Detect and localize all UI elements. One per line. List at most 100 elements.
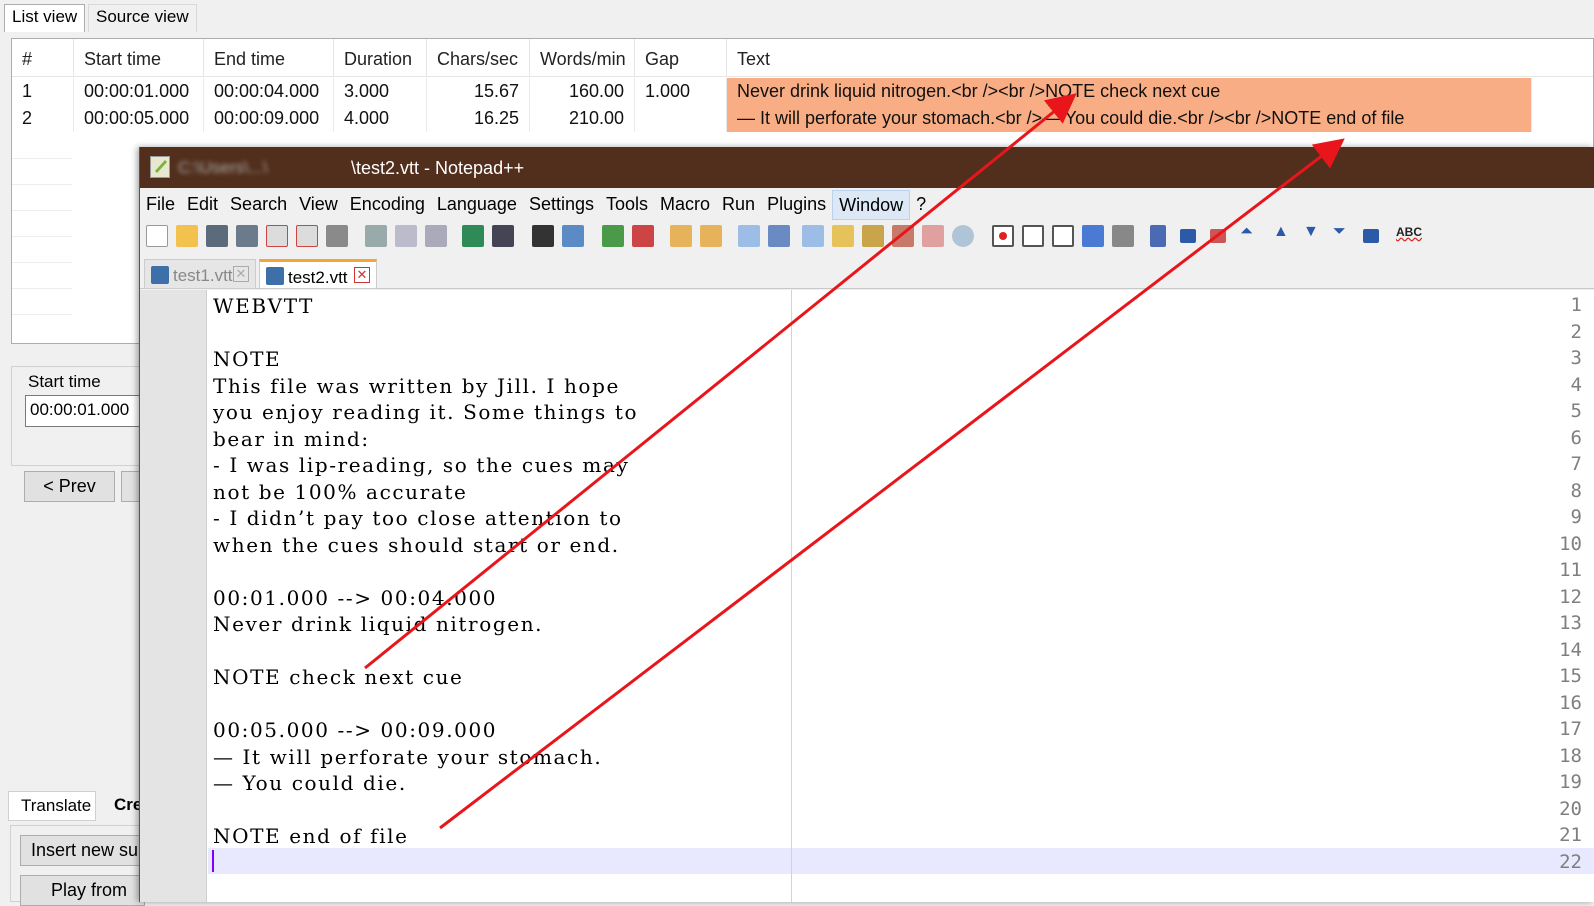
close-tab-icon[interactable]: ✕ [233, 266, 249, 282]
first-diff-icon[interactable]: ⏶ [1240, 223, 1262, 245]
line-number: 18 [1559, 744, 1582, 767]
tab-source-view[interactable]: Source view [88, 4, 197, 32]
copy-icon[interactable] [395, 225, 417, 247]
col-gap[interactable]: Gap [635, 39, 727, 76]
zoom-in-icon[interactable] [602, 225, 624, 247]
record-macro-icon[interactable] [992, 225, 1014, 247]
menu-encoding[interactable]: Encoding [344, 190, 431, 220]
cell-chars-sec: 15.67 [427, 78, 530, 105]
language-icon[interactable] [832, 225, 854, 247]
document-tabs: test1.vtt ✕ test2.vtt ✕ [140, 255, 1594, 289]
prev-diff-icon[interactable]: ▲ [1273, 223, 1295, 245]
spell-check-icon[interactable]: ABC [1396, 225, 1422, 247]
cut-icon[interactable] [365, 225, 387, 247]
code-line: — You could die. [213, 771, 407, 795]
menu-file[interactable]: File [140, 190, 181, 220]
show-all-chars-icon[interactable] [768, 225, 790, 247]
stop-macro-icon[interactable] [1022, 225, 1044, 247]
doc-tab-test1[interactable]: test1.vtt ✕ [144, 259, 256, 289]
line-number-gutter [140, 290, 207, 902]
line-number: 12 [1559, 585, 1582, 608]
find-icon[interactable] [532, 225, 554, 247]
folder-workspace-icon[interactable] [922, 225, 944, 247]
tab-translate[interactable]: Translate [8, 791, 96, 821]
plugin-icon-1[interactable] [1180, 229, 1196, 243]
menu-help[interactable]: ? [910, 190, 932, 220]
run-macro-multiple-icon[interactable] [1082, 225, 1104, 247]
word-wrap-icon[interactable] [738, 225, 760, 247]
open-file-icon[interactable] [176, 225, 198, 247]
sync-vertical-icon[interactable] [670, 225, 692, 247]
cell-chars-sec: 16.25 [427, 105, 530, 132]
menu-language[interactable]: Language [431, 190, 523, 220]
line-number: 10 [1559, 532, 1582, 555]
menu-edit[interactable]: Edit [181, 190, 224, 220]
col-chars-sec[interactable]: Chars/sec [427, 39, 530, 76]
diff-nav-icon[interactable] [1363, 229, 1379, 243]
play-from-button[interactable]: Play from [20, 875, 145, 906]
doc-tab-test2[interactable]: test2.vtt ✕ [259, 259, 377, 289]
code-editor[interactable]: 1 WEBVTT 2 3 NOTE 4 This file was written by J… [140, 290, 1594, 902]
prev-button[interactable]: < Prev [24, 471, 115, 502]
close-all-icon[interactable] [296, 225, 318, 247]
save-icon[interactable] [206, 225, 228, 247]
cell-gap: 1.000 [635, 78, 727, 105]
title-bar[interactable]: C:\Users\...\ \test2.vtt - Notepad++ [140, 147, 1594, 188]
print-icon[interactable] [326, 225, 348, 247]
menu-run[interactable]: Run [716, 190, 761, 220]
function-list-icon[interactable] [892, 225, 914, 247]
new-file-icon[interactable] [146, 225, 168, 247]
code-line: 00:01.000 --> 00:04.000 [213, 585, 498, 610]
save-all-icon[interactable] [236, 225, 258, 247]
col-start-time[interactable]: Start time [74, 39, 204, 76]
menu-tools[interactable]: Tools [600, 190, 654, 220]
doc-map-icon[interactable] [862, 225, 884, 247]
menu-plugins[interactable]: Plugins [761, 190, 832, 220]
cell-end: 00:00:04.000 [204, 78, 334, 105]
monitoring-icon[interactable] [952, 225, 974, 247]
compare-icon[interactable] [1150, 225, 1166, 247]
col-number[interactable]: # [12, 39, 74, 76]
insert-new-sub-button[interactable]: Insert new sub [20, 835, 145, 866]
redo-icon[interactable] [492, 225, 514, 247]
line-number: 5 [1570, 400, 1582, 422]
plugin-icon-2[interactable] [1210, 229, 1226, 243]
line-number: 13 [1559, 612, 1582, 634]
replace-icon[interactable] [562, 225, 584, 247]
tab-list-view[interactable]: List view [4, 4, 86, 32]
next-diff-icon[interactable]: ▼ [1303, 223, 1325, 245]
menu-window[interactable]: Window [832, 190, 911, 220]
code-line: This file was written by Jill. I hope [213, 373, 620, 398]
sync-horizontal-icon[interactable] [700, 225, 722, 247]
zoom-out-icon[interactable] [632, 225, 654, 247]
col-end-time[interactable]: End time [204, 39, 334, 76]
line-number: 1 [1570, 294, 1582, 316]
bottom-panel: Translate Cre Insert new sub Play from [0, 765, 145, 906]
table-row[interactable]: 2 00:00:05.000 00:00:09.000 4.000 16.25 … [12, 105, 1593, 132]
menu-view[interactable]: View [293, 190, 344, 220]
paste-icon[interactable] [425, 225, 447, 247]
edit-panel: Start time 00:00:01.000 < Prev [11, 366, 155, 756]
col-duration[interactable]: Duration [334, 39, 427, 76]
close-icon[interactable] [266, 225, 288, 247]
col-text[interactable]: Text [727, 39, 1593, 76]
code-line: NOTE [213, 347, 282, 371]
menu-macro[interactable]: Macro [654, 190, 716, 220]
edge-column-marker [791, 290, 792, 902]
tab-create[interactable]: Cre [104, 791, 140, 821]
last-diff-icon[interactable]: ⏷ [1333, 223, 1355, 245]
start-time-input[interactable]: 00:00:01.000 [25, 395, 155, 427]
table-row[interactable]: 1 00:00:01.000 00:00:04.000 3.000 15.67 … [12, 78, 1593, 105]
cell-text: Never drink liquid nitrogen.<br /><br />… [727, 78, 1532, 105]
menu-search[interactable]: Search [224, 190, 293, 220]
save-macro-icon[interactable] [1112, 225, 1134, 247]
menu-settings[interactable]: Settings [523, 190, 600, 220]
code-line: WEBVTT [213, 294, 314, 318]
indent-guide-icon[interactable] [802, 225, 824, 247]
play-macro-icon[interactable] [1052, 225, 1074, 247]
undo-icon[interactable] [462, 225, 484, 247]
code-line: Never drink liquid nitrogen. [213, 612, 544, 636]
col-words-min[interactable]: Words/min [530, 39, 635, 76]
line-number: 15 [1559, 665, 1582, 687]
close-tab-icon[interactable]: ✕ [354, 267, 370, 283]
